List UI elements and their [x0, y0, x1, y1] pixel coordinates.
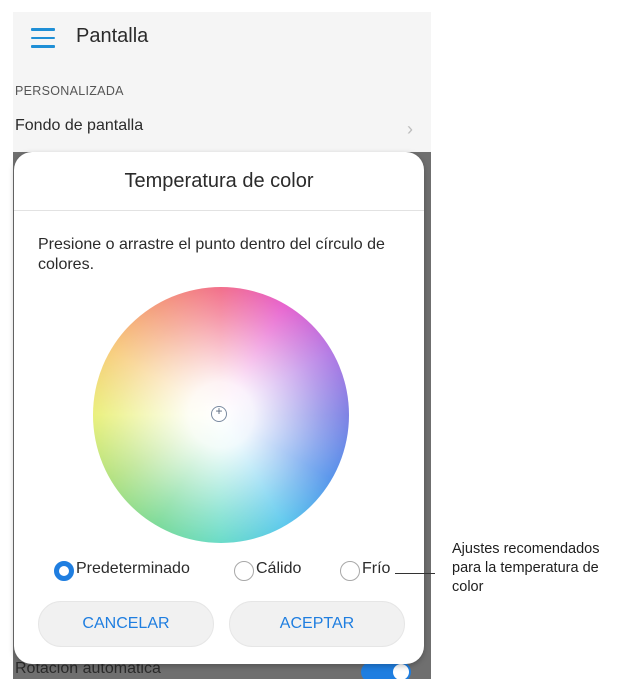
section-header: PERSONALIZADA — [13, 76, 431, 104]
radio-unselected-icon — [234, 561, 254, 581]
chevron-right-icon: › — [407, 119, 413, 139]
toggle-knob — [393, 664, 409, 679]
dialog-title: Temperatura de color — [124, 170, 314, 192]
section-header-label: PERSONALIZADA — [15, 84, 124, 98]
color-temperature-dialog: Temperatura de color Presione o arrastre… — [14, 152, 424, 664]
hamburger-menu-icon[interactable] — [31, 28, 55, 48]
auto-rotate-toggle[interactable] — [361, 662, 411, 679]
radio-unselected-icon — [340, 561, 360, 581]
radio-selected-icon — [54, 561, 74, 581]
option-label: Frío — [362, 560, 391, 577]
wallpaper-setting[interactable]: Fondo de pantalla › — [13, 112, 431, 146]
option-label: Predeterminado — [76, 560, 190, 577]
app-bar: Pantalla — [13, 12, 431, 64]
dialog-message: Presione o arrastre el punto dentro del … — [38, 236, 385, 273]
annotation-callout: Ajustes recomendados para la temperatura… — [452, 541, 600, 595]
dialog-divider — [14, 210, 424, 211]
option-label: Cálido — [256, 560, 302, 577]
callout-line — [395, 573, 435, 574]
preset-options: Predeterminado Cálido Frío — [14, 560, 424, 590]
accept-button[interactable]: ACEPTAR — [229, 601, 405, 647]
wallpaper-label: Fondo de pantalla — [15, 117, 144, 134]
option-predeterminado[interactable]: Predeterminado — [54, 560, 224, 586]
color-picker-handle-icon[interactable] — [211, 404, 227, 422]
option-calido[interactable]: Cálido — [234, 560, 334, 586]
cancel-button[interactable]: CANCELAR — [38, 601, 214, 647]
page-title: Pantalla — [76, 25, 149, 47]
